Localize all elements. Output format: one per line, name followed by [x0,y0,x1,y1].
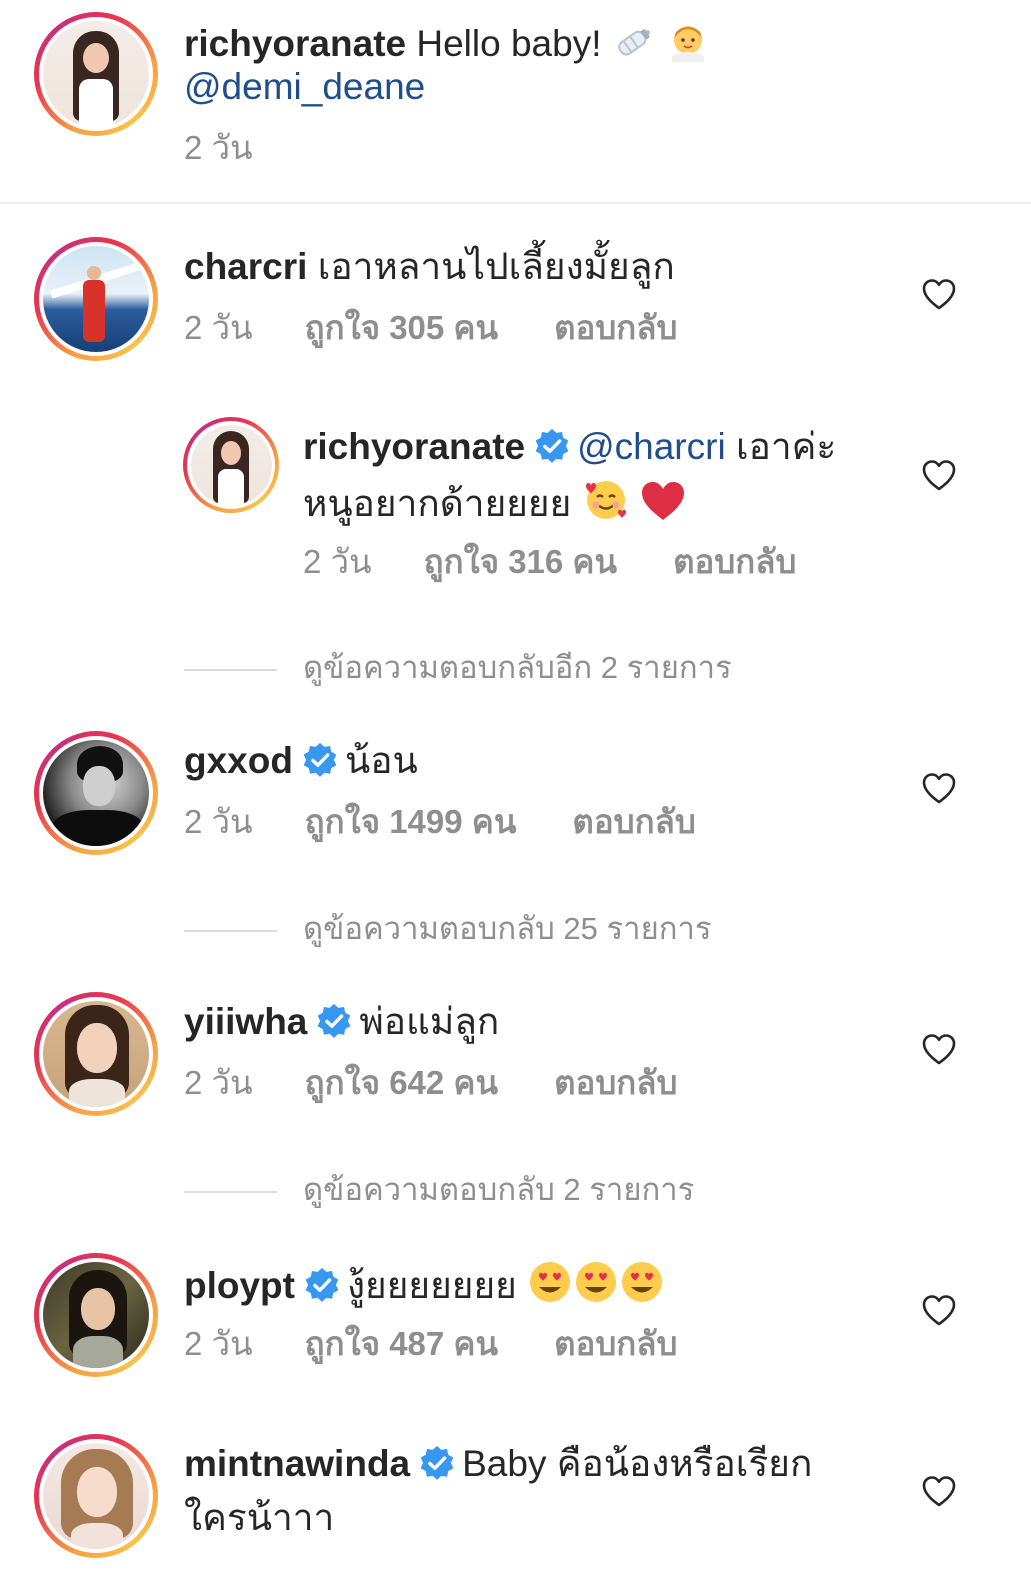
comment-meta: 2 วัน ถูกใจ 642 คน ตอบกลับ [184,1063,677,1103]
heart-eyes-icon [619,1260,665,1315]
comment-meta: 2 วัน ถูกใจ 1499 คน ตอบกลับ [184,802,696,842]
comment-time: 2 วัน [184,309,253,346]
comment-time: 2 วัน [184,1325,253,1362]
heart-outline-icon[interactable] [921,459,957,491]
likes-count-button[interactable]: ถูกใจ 1499 คน [305,803,517,840]
view-more-replies-label: ดูข้อความตอบกลับอีก 2 รายการ [303,650,732,685]
comment-line: yiiiwha พ่อแม่ลูก [184,999,499,1045]
smiling-face-with-hearts-icon [582,478,630,533]
comment-avatar-charcri[interactable] [34,237,158,361]
comment-meta: 2 วัน ถูกใจ 305 คน ตอบกลับ [184,308,677,348]
comment-line: gxxod น้อน [184,738,418,784]
comment-avatar-ploypt[interactable] [34,1253,158,1377]
reply-button[interactable]: ตอบกลับ [554,309,677,346]
comment-username[interactable]: gxxod [184,740,293,781]
reply-button[interactable]: ตอบกลับ [572,803,695,840]
comment-avatar-yiiiwha[interactable] [34,992,158,1116]
avatar-photo [190,424,272,506]
comment-username[interactable]: ploypt [184,1265,295,1306]
heart-eyes-icon [573,1260,619,1315]
comment-username[interactable]: charcri [184,246,307,287]
caption-divider [0,202,1031,204]
reply-time: 2 วัน [303,543,372,580]
verified-badge-icon [533,427,571,465]
comment-meta: 2 วัน ถูกใจ 487 คน ตอบกลับ [184,1324,677,1364]
verified-badge-icon [301,741,339,779]
heart-outline-icon[interactable] [921,1033,957,1065]
comment-time: 2 วัน [184,803,253,840]
avatar-photo [43,1443,149,1549]
reply-text-2: หนูอยากด้ายยยย [303,483,572,524]
view-more-replies-label: ดูข้อความตอบกลับ 25 รายการ [303,911,712,946]
view-more-replies[interactable]: ดูข้อความตอบกลับอีก 2 รายการ [184,642,732,692]
comment-avatar-mintnawinda[interactable] [34,1434,158,1558]
heart-outline-icon[interactable] [921,772,957,804]
reply-username[interactable]: richyoranate [303,426,525,467]
avatar-photo [43,21,149,127]
comment-line: ploypt งู้ยยยยยยย [184,1260,665,1315]
dash-divider [184,668,277,671]
avatar-photo [43,246,149,352]
dash-divider [184,1190,277,1193]
baby-bottle-icon [612,22,656,73]
reply-button[interactable]: ตอบกลับ [673,543,796,580]
caption-avatar[interactable] [34,12,158,136]
heart-outline-icon[interactable] [921,1294,957,1326]
reply-line-2: หนูอยากด้ายยยย [303,478,686,533]
comment-text: งู้ยยยยยยย [346,1265,517,1306]
verified-badge-icon [418,1444,456,1482]
avatar-photo [43,740,149,846]
likes-count-button[interactable]: ถูกใจ 642 คน [305,1064,498,1101]
reply-button[interactable]: ตอบกลับ [554,1325,677,1362]
reply-line-1: richyoranate @charcri เอาค่ะ [303,424,836,470]
comment-username[interactable]: yiiiwha [184,1001,307,1042]
likes-count-button[interactable]: ถูกใจ 487 คน [305,1325,498,1362]
comment-line-1: mintnawinda Baby คือน้องหรือเรียก [184,1441,812,1487]
view-more-replies[interactable]: ดูข้อความตอบกลับ 25 รายการ [184,903,712,953]
heart-outline-icon[interactable] [921,1475,957,1507]
likes-count-button[interactable]: ถูกใจ 305 คน [305,309,498,346]
reply-avatar-richyoranate[interactable] [183,417,279,513]
dash-divider [184,929,277,932]
avatar-photo [43,1001,149,1107]
view-more-replies-label: ดูข้อความตอบกลับ 2 รายการ [303,1172,695,1207]
avatar-photo [43,1262,149,1368]
verified-badge-icon [315,1002,353,1040]
caption-time: 2 วัน [184,129,253,166]
reply-mention[interactable]: @charcri [577,426,726,467]
comment-line-2: ใครน้าาา [184,1497,335,1538]
heart-eyes-icon [527,1260,573,1315]
reply-text-1: เอาค่ะ [735,426,837,467]
caption-username[interactable]: richyoranate [184,23,406,64]
baby-angel-icon [666,18,710,73]
view-more-replies[interactable]: ดูข้อความตอบกลับ 2 รายการ [184,1164,694,1214]
comment-text: พ่อแม่ลูก [359,1001,500,1042]
comment-avatar-gxxod[interactable] [34,731,158,855]
comment-text: น้อน [344,740,418,781]
likes-count-button[interactable]: ถูกใจ 316 คน [424,543,617,580]
comment-time: 2 วัน [184,1064,253,1101]
red-heart-icon [640,480,686,533]
caption-mention[interactable]: @demi_deane [184,64,425,110]
comment-username[interactable]: mintnawinda [184,1443,410,1484]
comment-text-1: Baby คือน้องหรือเรียก [462,1443,813,1484]
reply-button[interactable]: ตอบกลับ [554,1064,677,1101]
verified-badge-icon [303,1266,341,1304]
heart-outline-icon[interactable] [921,278,957,310]
comment-line: charcri เอาหลานไปเลี้ยงมั้ยลูก [184,244,675,290]
caption-text: Hello baby! [416,23,602,64]
comment-text: เอาหลานไปเลี้ยงมั้ยลูก [317,246,675,287]
reply-meta: 2 วัน ถูกใจ 316 คน ตอบกลับ [303,542,796,582]
